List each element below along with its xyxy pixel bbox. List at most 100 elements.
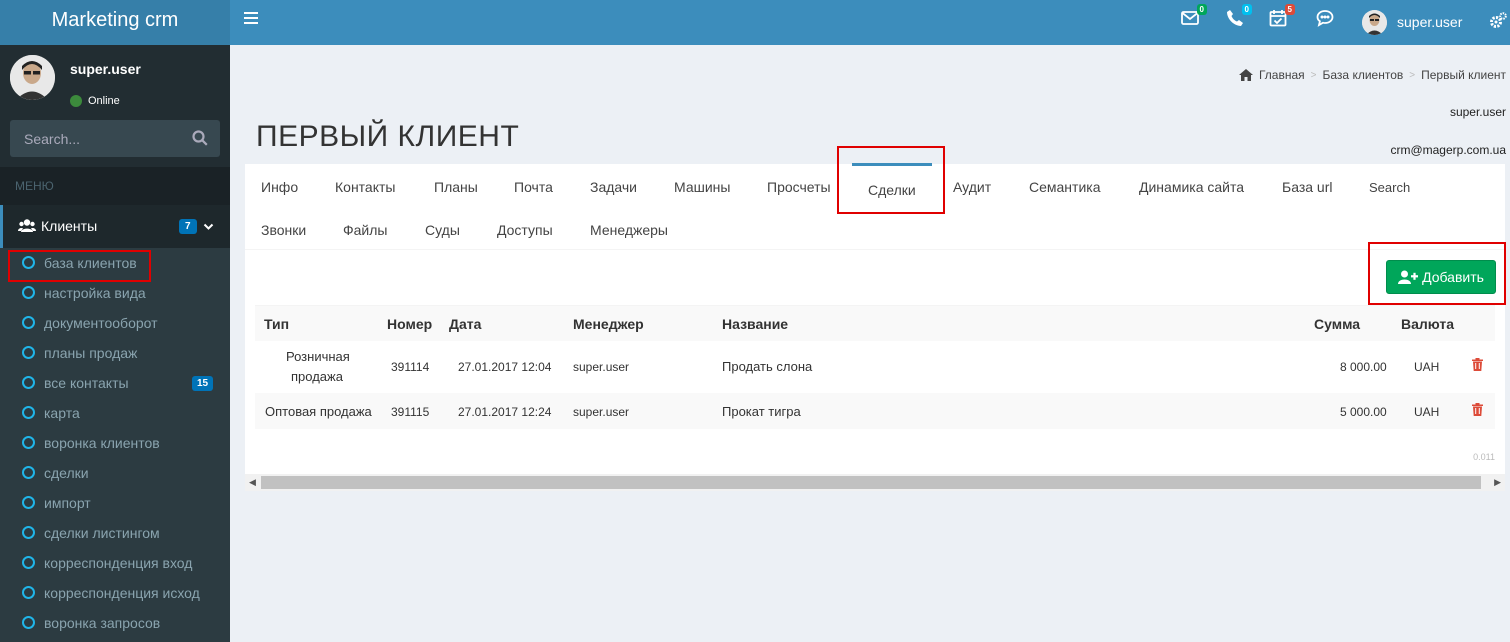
tab-semantics[interactable]: Семантика xyxy=(1029,179,1101,195)
sidebar-item-requests-funnel[interactable]: воронка запросов xyxy=(0,608,230,638)
sidebar-item-label: планы продаж xyxy=(44,345,138,361)
tab-files[interactable]: Файлы xyxy=(343,222,387,238)
tab-tasks[interactable]: Задачи xyxy=(590,179,637,195)
tab-info[interactable]: Инфо xyxy=(261,179,298,195)
table-row[interactable]: Оптовая продажа 391115 27.01.2017 12:24 … xyxy=(255,393,1495,429)
messages-button[interactable]: 0 xyxy=(1181,4,1207,33)
sidebar-item-label: сделки листингом xyxy=(44,525,160,541)
contacts-count-badge: 15 xyxy=(192,376,214,391)
app-logo[interactable]: Marketing crm xyxy=(0,0,230,45)
sidebar-item-documents[interactable]: документооборот xyxy=(0,308,230,338)
tab-site-dynamics[interactable]: Динамика сайта xyxy=(1139,179,1244,195)
sidebar-item-label: корреспонденция исход xyxy=(44,585,200,601)
col-date[interactable]: Дата xyxy=(449,316,481,332)
col-type[interactable]: Тип xyxy=(264,316,289,332)
trash-icon xyxy=(1472,403,1483,416)
circle-icon xyxy=(22,436,35,449)
scroll-right-arrow-icon[interactable]: ▶ xyxy=(1494,477,1501,488)
circle-icon xyxy=(22,496,35,509)
sidebar-item-label: база клиентов xyxy=(44,255,137,271)
sidebar-item-import[interactable]: импорт xyxy=(0,488,230,518)
breadcrumb-clients-base[interactable]: База клиентов xyxy=(1323,68,1404,82)
tab-audit[interactable]: Аудит xyxy=(953,179,991,195)
cell-type: Розничная xyxy=(286,349,350,364)
table-row[interactable]: Розничная продажа 391114 27.01.2017 12:0… xyxy=(255,341,1495,393)
circle-icon xyxy=(22,376,35,389)
chat-button[interactable] xyxy=(1316,9,1340,33)
cell-type: Оптовая продажа xyxy=(265,404,372,419)
breadcrumb: Главная > База клиентов > Первый клиент xyxy=(1238,68,1506,82)
col-number[interactable]: Номер xyxy=(387,316,432,332)
col-manager[interactable]: Менеджер xyxy=(573,316,644,332)
scrollbar-thumb[interactable] xyxy=(261,476,1481,489)
tasks-button[interactable]: 5 xyxy=(1269,4,1295,33)
user-menu[interactable]: super.user xyxy=(1362,8,1462,36)
delete-deal-button[interactable] xyxy=(1472,403,1483,419)
sidebar-item-deals[interactable]: сделки xyxy=(0,458,230,488)
tab-cars[interactable]: Машины xyxy=(674,179,730,195)
top-user-name: super.user xyxy=(1397,14,1463,30)
tab-search[interactable]: Search xyxy=(1369,180,1410,195)
circle-icon xyxy=(22,526,35,539)
delete-deal-button[interactable] xyxy=(1472,358,1483,374)
calls-button[interactable]: 0 xyxy=(1226,4,1252,33)
circle-icon xyxy=(22,466,35,479)
settings-button[interactable] xyxy=(1489,12,1507,33)
sidebar-item-label: документооборот xyxy=(44,315,158,331)
sidebar-search-button[interactable] xyxy=(192,130,208,149)
clients-submenu: база клиентов настройка вида документооб… xyxy=(0,248,230,642)
tasks-count-badge: 5 xyxy=(1284,4,1295,15)
circle-icon xyxy=(22,256,35,269)
sidebar-item-sales-plans[interactable]: планы продаж xyxy=(0,338,230,368)
sidebar-search-input[interactable] xyxy=(10,120,180,157)
sidebar-item-clients[interactable]: Клиенты 7 xyxy=(0,205,230,248)
client-email: crm@magerp.com.ua xyxy=(1390,143,1506,157)
gears-icon xyxy=(1490,12,1507,28)
cell-type-line2: продажа xyxy=(291,369,343,384)
tab-plans[interactable]: Планы xyxy=(434,179,478,195)
trash-icon xyxy=(1472,358,1483,371)
calls-count-badge: 0 xyxy=(1241,4,1252,15)
tab-mail[interactable]: Почта xyxy=(514,179,553,195)
sidebar-item-map[interactable]: карта xyxy=(0,398,230,428)
add-button-label: Добавить xyxy=(1422,269,1484,285)
sidebar-item-clients-funnel[interactable]: воронка клиентов xyxy=(0,428,230,458)
tab-courts[interactable]: Суды xyxy=(425,222,460,238)
cell-name: Продать слона xyxy=(722,359,813,374)
sidebar-search xyxy=(10,120,220,157)
circle-icon xyxy=(22,316,35,329)
search-icon xyxy=(192,130,208,146)
sidebar-item-label: корреспонденция вход xyxy=(44,555,193,571)
sidebar-item-all-contacts[interactable]: все контакты 15 xyxy=(0,368,230,398)
circle-icon xyxy=(22,346,35,359)
tab-contacts[interactable]: Контакты xyxy=(335,179,395,195)
clients-count-badge: 7 xyxy=(179,219,197,234)
horizontal-scrollbar[interactable]: ◀ ▶ xyxy=(245,474,1505,491)
cell-number: 391115 xyxy=(391,405,430,419)
tab-managers[interactable]: Менеджеры xyxy=(590,222,668,238)
col-name[interactable]: Название xyxy=(722,316,788,332)
sidebar-item-mail-outgoing[interactable]: корреспонденция исход xyxy=(0,578,230,608)
scroll-left-arrow-icon[interactable]: ◀ xyxy=(249,477,256,488)
tab-calls[interactable]: Звонки xyxy=(261,222,306,238)
home-icon xyxy=(1238,69,1253,81)
circle-icon xyxy=(22,586,35,599)
tab-access[interactable]: Доступы xyxy=(497,222,553,238)
cell-currency: UAH xyxy=(1414,360,1440,374)
sidebar-item-clients-base[interactable]: база клиентов xyxy=(0,248,230,278)
tab-deals[interactable]: Сделки xyxy=(852,163,932,209)
cell-number: 391114 xyxy=(391,360,430,374)
col-currency[interactable]: Валюта xyxy=(1401,316,1454,332)
sidebar-item-label: импорт xyxy=(44,495,91,511)
col-sum[interactable]: Сумма xyxy=(1314,316,1360,332)
sidebar-item-view-settings[interactable]: настройка вида xyxy=(0,278,230,308)
sidebar-toggle-icon[interactable] xyxy=(244,12,258,24)
circle-icon xyxy=(22,406,35,419)
sidebar-item-deals-listing[interactable]: сделки листингом xyxy=(0,518,230,548)
tabs-divider xyxy=(245,249,1505,250)
tab-estimates[interactable]: Просчеты xyxy=(767,179,831,195)
add-deal-button[interactable]: Добавить xyxy=(1386,260,1496,294)
tab-url-base[interactable]: База url xyxy=(1282,179,1332,195)
breadcrumb-home[interactable]: Главная xyxy=(1259,68,1305,82)
sidebar-item-mail-incoming[interactable]: корреспонденция вход xyxy=(0,548,230,578)
